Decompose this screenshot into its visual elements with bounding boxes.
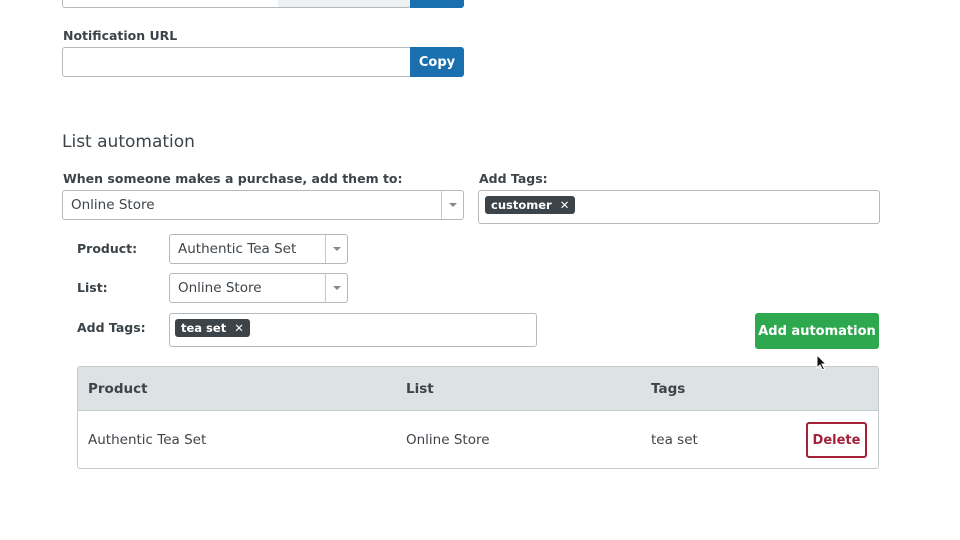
section-title: List automation — [62, 132, 195, 152]
product-value: Authentic Tea Set — [178, 241, 297, 257]
cell-product: Authentic Tea Set — [88, 432, 207, 448]
add-automation-button[interactable]: Add automation — [755, 313, 879, 349]
notification-copy-button[interactable]: Copy — [410, 47, 464, 77]
remove-tag-icon[interactable]: ✕ — [234, 321, 244, 335]
tag-label: customer — [491, 198, 552, 212]
list-select[interactable]: Online Store — [169, 273, 348, 303]
add-tags-label: Add Tags: — [479, 171, 548, 186]
chevron-down-icon — [441, 191, 463, 219]
purchase-label: When someone makes a purchase, add them … — [63, 171, 403, 186]
tags-input[interactable]: customer ✕ — [478, 190, 880, 224]
delete-button[interactable]: Delete — [806, 422, 867, 458]
header-list: List — [406, 381, 434, 397]
tag-label: tea set — [181, 321, 227, 335]
header-product: Product — [88, 381, 148, 397]
cell-list: Online Store — [406, 432, 490, 448]
notification-url-label: Notification URL — [63, 28, 178, 43]
chevron-down-icon — [325, 274, 347, 302]
automations-table: Product List Tags Authentic Tea Set Onli… — [77, 366, 879, 469]
purchase-list-select[interactable]: Online Store — [62, 190, 464, 220]
purchase-list-value: Online Store — [71, 197, 155, 213]
top-copy-button[interactable] — [410, 0, 464, 8]
chevron-down-icon — [325, 235, 347, 263]
product-select[interactable]: Authentic Tea Set — [169, 234, 348, 264]
rule-tags-label: Add Tags: — [77, 320, 146, 335]
list-value: Online Store — [178, 280, 262, 296]
list-label: List: — [77, 280, 108, 295]
table-row: Authentic Tea Set Online Store tea set D… — [78, 411, 878, 468]
table-header: Product List Tags — [78, 367, 878, 411]
tag-chip: tea set ✕ — [175, 319, 250, 337]
top-url-field[interactable] — [62, 0, 411, 8]
rule-tags-input[interactable]: tea set ✕ — [169, 313, 537, 347]
product-label: Product: — [77, 241, 138, 256]
remove-tag-icon[interactable]: ✕ — [560, 198, 570, 212]
tag-chip: customer ✕ — [485, 196, 576, 214]
cell-tags: tea set — [651, 432, 698, 448]
mouse-cursor-icon — [816, 354, 828, 371]
notification-url-input[interactable] — [62, 47, 411, 77]
header-tags: Tags — [651, 381, 686, 397]
